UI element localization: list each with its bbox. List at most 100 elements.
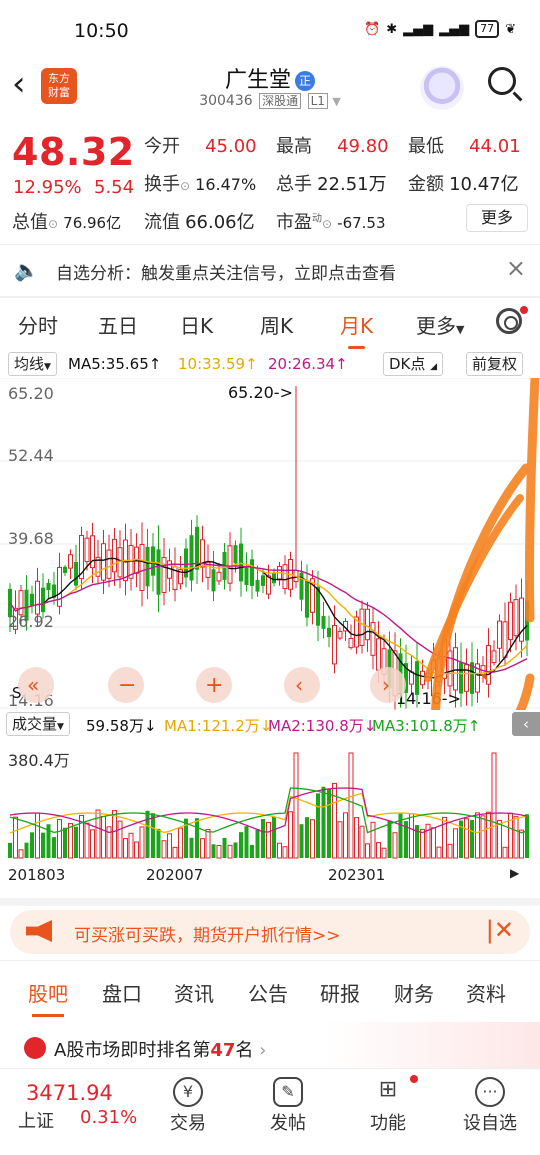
- collapse-left-icon[interactable]: ‹: [512, 712, 540, 736]
- candle-body: [184, 548, 188, 578]
- volume-bar: [525, 814, 529, 858]
- dk-point-button[interactable]: DK点 ◢: [383, 352, 444, 376]
- volume-bar: [359, 825, 365, 859]
- candle-body: [332, 624, 337, 665]
- close-icon[interactable]: ×: [506, 254, 526, 282]
- y-tick-label: 52.44: [8, 446, 54, 465]
- candle-body: [305, 580, 309, 618]
- tab-pankou[interactable]: 盘口: [102, 978, 142, 1007]
- tab-daily-k[interactable]: 日K: [180, 310, 213, 339]
- candle-body: [370, 621, 376, 656]
- nav-post[interactable]: ✎ 发帖: [248, 1073, 328, 1135]
- tab-profile[interactable]: 资料: [466, 978, 506, 1007]
- candle-body: [365, 608, 370, 641]
- volume-bar: [277, 842, 282, 859]
- candle-body: [145, 546, 150, 587]
- more-button[interactable]: 更多: [466, 204, 528, 232]
- volume-bar: [475, 812, 480, 859]
- volume-bar: [216, 844, 222, 859]
- volume-bar: [151, 813, 155, 858]
- robot-assistant-icon[interactable]: [420, 66, 464, 110]
- change-amount: 5.54: [94, 177, 135, 198]
- volume-bar: [139, 826, 145, 859]
- high-cell: 最高 49.80: [276, 136, 389, 157]
- nav-trade[interactable]: ¥ 交易: [148, 1073, 228, 1135]
- volume-bar: [145, 810, 150, 858]
- volume-bar: [266, 821, 271, 859]
- low-cell: 最低 44.01: [408, 136, 521, 157]
- volume-bar: [365, 843, 370, 859]
- candle-body: [453, 647, 458, 691]
- tab-research[interactable]: 研报: [320, 978, 360, 1007]
- candle-body: [106, 549, 112, 579]
- volume-indicator-select[interactable]: 成交量▼: [6, 712, 70, 736]
- candle-body: [491, 650, 497, 664]
- nav-functions[interactable]: ⊞ 功能: [348, 1073, 428, 1135]
- candle-body: [227, 545, 233, 584]
- high-value: 49.80: [337, 136, 389, 157]
- candle-body: [139, 543, 145, 591]
- search-icon[interactable]: [488, 67, 516, 95]
- volume-bar: [112, 810, 117, 859]
- chevron-down-icon: ▼: [332, 95, 341, 108]
- float-value: 66.06亿: [185, 212, 255, 233]
- alert-bar[interactable]: 🔈 自选分析：触发重点关注信号，立即点击查看 ×: [0, 246, 540, 294]
- volume-bar: [227, 844, 233, 859]
- volume-chart[interactable]: 380.4万: [0, 738, 540, 860]
- play-icon[interactable]: ▶: [510, 866, 519, 880]
- volume-bar: [431, 827, 436, 859]
- speaker-icon: 🔈: [14, 258, 39, 282]
- volume-bar: [178, 827, 183, 859]
- volume-bar: [161, 840, 167, 859]
- ma-legend: 均线▼ MA5:35.65↑ 10:33.59↑ 20:26.34↑ DK点 ◢…: [0, 350, 540, 378]
- turnover-value: 16.47%: [195, 175, 257, 194]
- volume-bar: [74, 826, 78, 858]
- volume-bar: [332, 782, 337, 859]
- close-icon[interactable]: |✕: [486, 916, 514, 944]
- volume-bar: [172, 846, 178, 859]
- candle-body: [266, 575, 271, 595]
- promo-banner[interactable]: 可买涨可买跌，期货开户抓行情>> |✕: [10, 910, 530, 954]
- volume-bars: [8, 752, 529, 859]
- candle-body: [261, 575, 265, 586]
- ma20-label: 20:26.34↑: [268, 355, 348, 373]
- gear-icon[interactable]: [496, 308, 522, 334]
- indicator-select[interactable]: 均线▼: [8, 352, 57, 376]
- tab-monthly-k[interactable]: 月K: [340, 310, 373, 349]
- volume-bar: [376, 842, 381, 859]
- volume-bar: [486, 811, 491, 859]
- candle-body: [327, 627, 331, 638]
- volume-bar: [233, 842, 238, 858]
- tab-finance[interactable]: 财务: [394, 978, 434, 1007]
- volume-bar: [321, 786, 326, 858]
- volume-bar: [480, 815, 486, 859]
- volume-bar: [343, 812, 348, 859]
- candlestick-chart[interactable]: 65.20 52.44 39.68 26.92 14.16 65.20-> 14…: [0, 378, 540, 710]
- candle-body: [272, 572, 276, 584]
- megaphone-icon: [26, 920, 52, 942]
- caret-down-icon: ▼: [57, 722, 64, 732]
- level-tag: L1: [307, 93, 328, 109]
- tab-intraday[interactable]: 分时: [18, 310, 58, 339]
- tab-weekly-k[interactable]: 周K: [260, 310, 293, 339]
- market-rank-bar[interactable]: A股市场即时排名第47名 ›: [0, 1022, 540, 1072]
- nav-set-watchlist[interactable]: ··· 设自选: [450, 1073, 530, 1135]
- candle-body: [68, 554, 73, 569]
- volume-bar: [41, 832, 45, 858]
- signal-icon: ▂▄▆: [403, 21, 434, 37]
- rank-number: 47: [210, 1040, 236, 1061]
- chevron-left-icon: ‹: [295, 673, 303, 697]
- volume-bar: [354, 817, 359, 859]
- open-value: 45.00: [205, 136, 257, 157]
- tab-five-day[interactable]: 五日: [98, 310, 138, 339]
- candle-body: [233, 545, 238, 564]
- ma10-label: 10:33.59↑: [178, 355, 258, 373]
- tab-announcements[interactable]: 公告: [248, 978, 288, 1007]
- tab-more[interactable]: 更多▼: [416, 310, 464, 339]
- notification-dot: [410, 1075, 418, 1083]
- adjust-select[interactable]: 前复权: [466, 352, 524, 376]
- candle-body: [409, 671, 414, 685]
- tab-guba[interactable]: 股吧: [28, 978, 68, 1017]
- tab-news[interactable]: 资讯: [174, 978, 214, 1007]
- chevron-right-icon: ›: [259, 1040, 267, 1061]
